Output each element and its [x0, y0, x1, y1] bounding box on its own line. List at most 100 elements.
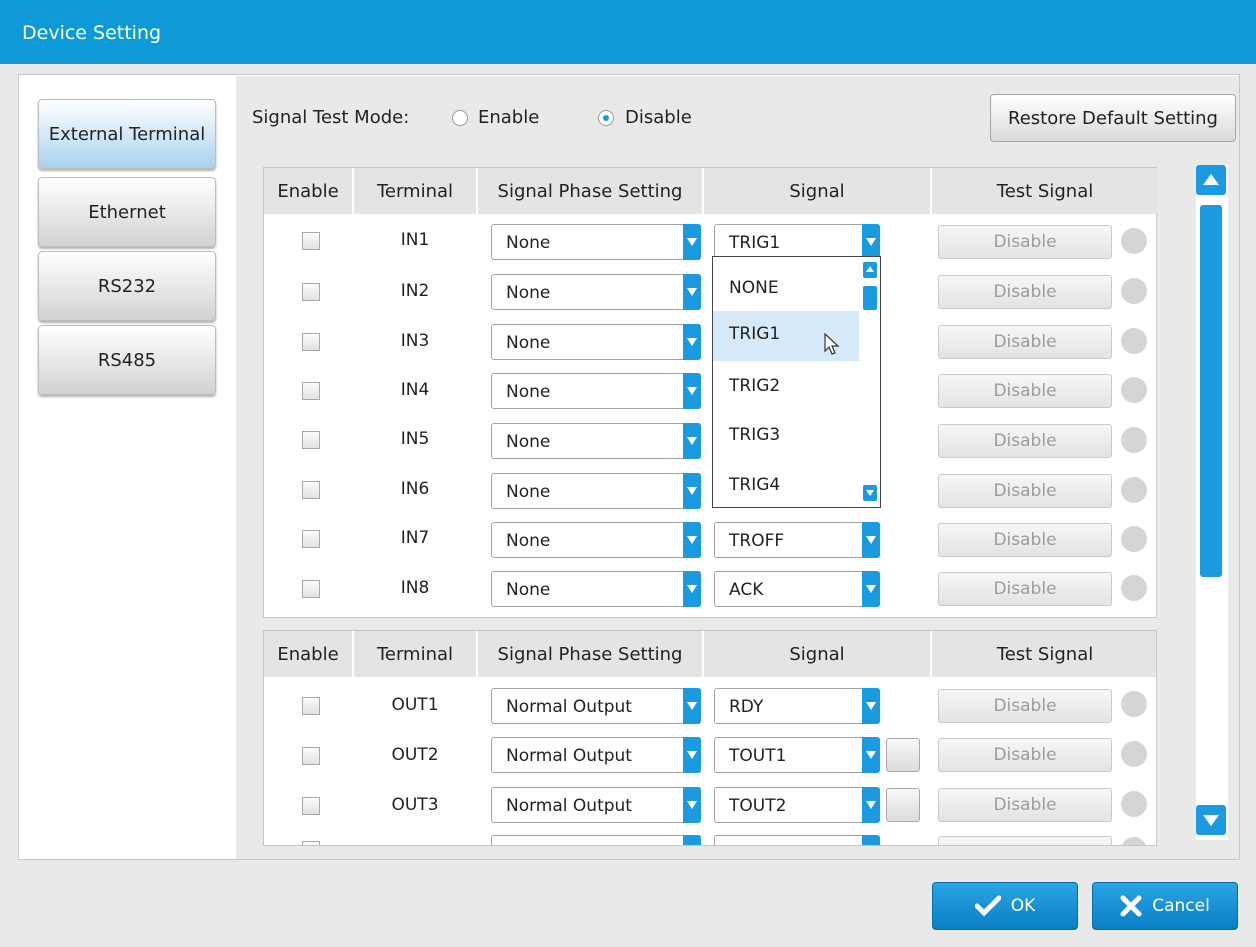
signal-select[interactable]: TROFF	[714, 522, 880, 558]
signal-phase-select[interactable]: None	[491, 522, 701, 558]
tab-rs485[interactable]: RS485	[38, 325, 216, 395]
dropdown-arrow-icon[interactable]	[683, 688, 701, 724]
dropdown-arrow-icon[interactable]	[683, 423, 701, 459]
radio-disable[interactable]	[598, 110, 614, 126]
dropdown-item-trig4[interactable]: TRIG4	[713, 462, 859, 512]
terminal-label: IN8	[400, 578, 430, 598]
status-led-icon	[1121, 526, 1147, 552]
signal-phase-select[interactable]: Normal Output	[491, 787, 701, 823]
enable-checkbox[interactable]	[302, 530, 320, 548]
enable-checkbox[interactable]	[302, 431, 320, 449]
radio-disable-label[interactable]: Disable	[625, 107, 692, 128]
dropdown-arrow-icon[interactable]	[862, 787, 880, 823]
header-signal: Signal	[704, 631, 930, 677]
test-signal-button[interactable]: Disable	[938, 474, 1112, 508]
signal-phase-select[interactable]: None	[491, 274, 701, 310]
enable-checkbox[interactable]	[302, 382, 320, 400]
enable-checkbox[interactable]	[302, 232, 320, 250]
signal-phase-select[interactable]: None	[491, 571, 701, 607]
terminal-label: OUT2	[391, 745, 439, 765]
tab-rs232[interactable]: RS232	[38, 251, 216, 321]
close-icon	[1120, 895, 1142, 917]
dropdown-arrow-icon[interactable]	[862, 835, 880, 845]
signal-phase-select[interactable]: None	[491, 423, 701, 459]
enable-checkbox[interactable]	[302, 697, 320, 715]
checkmark-icon	[974, 895, 1001, 917]
scroll-down-icon[interactable]	[1196, 805, 1226, 835]
dropdown-arrow-icon[interactable]	[683, 274, 701, 310]
signal-phase-select[interactable]: None	[491, 473, 701, 509]
dropdown-arrow-icon[interactable]	[683, 473, 701, 509]
enable-checkbox[interactable]	[302, 841, 320, 845]
signal-phase-select[interactable]: None	[491, 324, 701, 360]
test-signal-button[interactable]	[938, 836, 1112, 845]
signal-phase-select[interactable]: Normal Output	[491, 688, 701, 724]
header-signal-phase: Signal Phase Setting	[478, 168, 702, 214]
signal-select[interactable]: TRIG1	[714, 224, 880, 260]
signal-select[interactable]: ACK	[714, 571, 880, 607]
enable-checkbox[interactable]	[302, 283, 320, 301]
signal-phase-select[interactable]: None	[491, 224, 701, 260]
restore-default-button[interactable]: Restore Default Setting	[990, 94, 1236, 142]
test-signal-button[interactable]: Disable	[938, 572, 1112, 606]
signal-dropdown-list[interactable]: NONE TRIG1 TRIG2 TRIG3 TRIG4	[712, 256, 881, 508]
header-signal: Signal	[704, 168, 930, 214]
dropdown-arrow-icon[interactable]	[683, 373, 701, 409]
signal-select[interactable]	[714, 835, 880, 845]
dropdown-arrow-icon[interactable]	[683, 324, 701, 360]
signal-phase-select[interactable]: Normal Output	[491, 737, 701, 773]
signal-select[interactable]: RDY	[714, 688, 880, 724]
test-signal-button[interactable]: Disable	[938, 689, 1112, 723]
ok-button[interactable]: OK	[932, 882, 1078, 930]
signal-option-button[interactable]	[886, 788, 920, 822]
test-signal-button[interactable]: Disable	[938, 424, 1112, 458]
dropdown-arrow-icon[interactable]	[683, 835, 701, 845]
signal-select[interactable]: TOUT1	[714, 737, 880, 773]
test-signal-button[interactable]: Disable	[938, 225, 1112, 259]
dropdown-arrow-icon[interactable]	[862, 688, 880, 724]
dropdown-item-trig3[interactable]: TRIG3	[713, 412, 859, 462]
dropdown-arrow-icon[interactable]	[683, 224, 701, 260]
dropdown-arrow-icon[interactable]	[862, 224, 880, 260]
radio-enable[interactable]	[452, 110, 468, 126]
signal-phase-value: Normal Output	[506, 697, 632, 717]
test-signal-button[interactable]: Disable	[938, 788, 1112, 822]
dropdown-arrow-icon[interactable]	[683, 522, 701, 558]
enable-checkbox[interactable]	[302, 797, 320, 815]
dropdown-arrow-icon[interactable]	[862, 737, 880, 773]
test-signal-button[interactable]: Disable	[938, 523, 1112, 557]
signal-phase-select[interactable]	[491, 835, 701, 845]
radio-enable-label[interactable]: Enable	[478, 107, 539, 128]
test-signal-button[interactable]: Disable	[938, 738, 1112, 772]
dropdown-scrollbar-thumb[interactable]	[863, 286, 877, 310]
dropdown-scroll-up-icon[interactable]	[863, 262, 877, 278]
enable-checkbox[interactable]	[302, 580, 320, 598]
signal-phase-select[interactable]: None	[491, 373, 701, 409]
enable-checkbox[interactable]	[302, 333, 320, 351]
signal-phase-value: Normal Output	[506, 746, 632, 766]
test-signal-button[interactable]: Disable	[938, 325, 1112, 359]
dropdown-item-trig2[interactable]: TRIG2	[713, 363, 859, 413]
signal-option-button[interactable]	[886, 738, 920, 772]
tab-ethernet[interactable]: Ethernet	[38, 177, 216, 247]
dropdown-arrow-icon[interactable]	[683, 571, 701, 607]
signal-select[interactable]: TOUT2	[714, 787, 880, 823]
tab-external-terminal[interactable]: External Terminal	[38, 99, 216, 169]
enable-checkbox[interactable]	[302, 747, 320, 765]
test-signal-button[interactable]: Disable	[938, 374, 1112, 408]
header-enable: Enable	[264, 631, 352, 677]
dropdown-item-none[interactable]: NONE	[713, 265, 859, 315]
dropdown-arrow-icon[interactable]	[862, 571, 880, 607]
dropdown-arrow-icon[interactable]	[683, 787, 701, 823]
dropdown-arrow-icon[interactable]	[862, 522, 880, 558]
dropdown-scroll-down-icon[interactable]	[863, 485, 877, 501]
scroll-up-icon[interactable]	[1196, 165, 1226, 195]
enable-checkbox[interactable]	[302, 481, 320, 499]
ok-label: OK	[1010, 896, 1036, 916]
cancel-button[interactable]: Cancel	[1092, 882, 1238, 930]
signal-value: RDY	[729, 697, 764, 717]
scrollbar-thumb[interactable]	[1200, 205, 1222, 577]
dropdown-arrow-icon[interactable]	[683, 737, 701, 773]
vertical-scrollbar[interactable]	[1196, 165, 1228, 840]
test-signal-button[interactable]: Disable	[938, 275, 1112, 309]
